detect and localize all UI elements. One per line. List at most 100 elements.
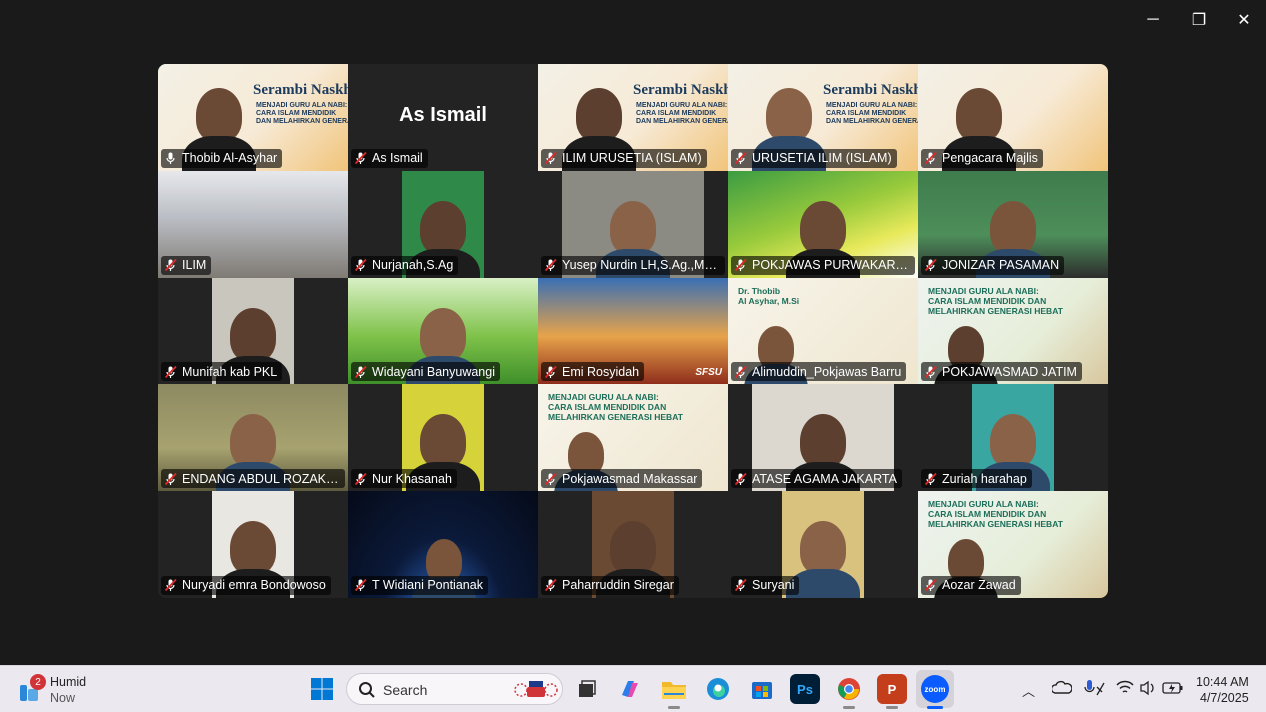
- participant-name: Pokjawasmad Makassar: [562, 471, 698, 486]
- participant-tile[interactable]: Nur Khasanah: [348, 384, 538, 492]
- participant-tile[interactable]: POKJAWAS PURWAKARTA: [728, 170, 918, 278]
- powerpoint-button[interactable]: P: [877, 674, 907, 704]
- participant-name: Nurjanah,S.Ag: [372, 258, 454, 273]
- participant-tile[interactable]: Pengacara Majlis: [918, 64, 1108, 171]
- edge-icon: [707, 678, 729, 700]
- banner-title: MENJADI GURU ALA NABI: CARA ISLAM MENDID…: [928, 285, 1063, 316]
- banner-title: Serambi Naskhah: [823, 82, 918, 98]
- mic-muted-icon: [544, 152, 557, 165]
- participant-name: As Ismail: [372, 151, 423, 166]
- start-button[interactable]: [307, 674, 337, 704]
- participant-name: Yusep Nurdin LH,S.Ag.,M.Pd....: [562, 258, 720, 273]
- weather-widget[interactable]: 2 Humid Now: [16, 674, 126, 706]
- mic-active-icon: [166, 152, 175, 165]
- participant-name: Alimuddin_Pokjawas Barru: [752, 364, 902, 379]
- participant-name-label: Thobib Al-Asyhar: [161, 148, 283, 168]
- participant-name-label: Widayani Banyuwangi: [351, 362, 500, 382]
- participant-name: Nur Khasanah: [372, 471, 452, 486]
- taskbar-search[interactable]: Search: [346, 673, 563, 705]
- participant-tile[interactable]: Widayani Banyuwangi: [348, 277, 538, 385]
- show-hidden-icons-chevron-icon[interactable]: ︿: [1022, 681, 1035, 700]
- participant-tile[interactable]: T Widiani Pontianak: [348, 491, 538, 598]
- participant-tile[interactable]: Suryani: [728, 491, 918, 598]
- close-button[interactable]: ✕: [1221, 0, 1266, 40]
- participant-name-label: URUSETIA ILIM (ISLAM): [731, 148, 897, 168]
- store-button[interactable]: [747, 674, 777, 704]
- battery-charging-icon[interactable]: [1162, 680, 1184, 696]
- volume-icon[interactable]: [1139, 680, 1157, 696]
- participant-name: POKJAWASMAD JATIM: [942, 364, 1077, 379]
- microphone-in-use-icon[interactable]: [1084, 678, 1106, 698]
- mic-muted-icon: [544, 579, 557, 592]
- participant-tile[interactable]: Dr. Thobib Al Asyhar, M.Si Alimuddin_Pokj…: [728, 277, 918, 385]
- participant-name: Munifah kab PKL: [182, 364, 278, 379]
- edge-button[interactable]: [703, 674, 733, 704]
- participant-name: JONIZAR PASAMAN: [942, 258, 1060, 273]
- participant-face: [420, 307, 466, 362]
- participant-name-label: Aozar Zawad: [921, 575, 1021, 595]
- wifi-icon[interactable]: [1116, 680, 1134, 696]
- mic-muted-icon: [924, 152, 937, 165]
- mic-muted-icon: [734, 152, 747, 165]
- participant-tile[interactable]: SFSU Emi Rosyidah: [538, 277, 728, 385]
- participant-tile[interactable]: Paharruddin Siregar: [538, 491, 728, 598]
- participant-face: [800, 200, 846, 255]
- participant-face: [766, 88, 812, 142]
- file-explorer-button[interactable]: [659, 674, 689, 704]
- participant-name-label: ENDANG ABDUL ROZAK, S.P...: [161, 469, 345, 489]
- participant-tile[interactable]: Nuryadi emra Bondowoso: [158, 491, 348, 598]
- copilot-button[interactable]: [615, 674, 645, 704]
- chrome-button[interactable]: [834, 674, 864, 704]
- banner-subtitle: MENJADI GURU ALA NABI: CARA ISLAM MENDID…: [826, 102, 918, 125]
- photoshop-button[interactable]: Ps: [790, 674, 820, 704]
- participant-tile[interactable]: MENJADI GURU ALA NABI: CARA ISLAM MENDID…: [918, 491, 1108, 598]
- participant-face: [990, 200, 1036, 255]
- task-view-button[interactable]: [572, 674, 602, 704]
- participant-tile[interactable]: MENJADI GURU ALA NABI: CARA ISLAM MENDID…: [538, 384, 728, 492]
- participant-tile[interactable]: ENDANG ABDUL ROZAK, S.P...: [158, 384, 348, 492]
- participant-name-label: Yusep Nurdin LH,S.Ag.,M.Pd....: [541, 255, 725, 275]
- participant-tile[interactable]: Nurjanah,S.Ag: [348, 170, 538, 278]
- participant-tile[interactable]: Zuriah harahap: [918, 384, 1108, 492]
- mic-muted-icon: [354, 258, 367, 272]
- participant-tile[interactable]: Serambi Naskhah MENJADI GURU ALA NABI: CA…: [158, 64, 348, 171]
- participant-name-label: POKJAWASMAD JATIM: [921, 362, 1082, 382]
- participant-face: [610, 200, 656, 255]
- participant-name-label: Alimuddin_Pokjawas Barru: [731, 362, 907, 382]
- participant-tile[interactable]: JONIZAR PASAMAN: [918, 170, 1108, 278]
- participant-name-label: Zuriah harahap: [921, 469, 1032, 489]
- participant-name-label: Emi Rosyidah: [541, 362, 645, 382]
- maximize-button[interactable]: ❐: [1176, 0, 1222, 40]
- mic-muted-icon: [734, 258, 747, 272]
- participant-tile[interactable]: Yusep Nurdin LH,S.Ag.,M.Pd....: [538, 170, 728, 278]
- windows-taskbar: 2 Humid Now Search Ps P zoom ︿ 10:44 AM …: [0, 665, 1266, 712]
- participant-tile[interactable]: MENJADI GURU ALA NABI: CARA ISLAM MENDID…: [918, 277, 1108, 385]
- mic-muted-icon: [734, 365, 747, 379]
- participant-face: [420, 414, 466, 469]
- participant-name-label: Suryani: [731, 575, 800, 595]
- participant-tile[interactable]: ATASE AGAMA JAKARTA: [728, 384, 918, 492]
- participant-name: Widayani Banyuwangi: [372, 364, 495, 379]
- mic-muted-icon: [164, 472, 177, 485]
- banner-title: Serambi Naskhah: [253, 82, 348, 98]
- participant-tile[interactable]: Serambi Naskhah MENJADI GURU ALA NABI: CA…: [538, 64, 728, 171]
- clock-date[interactable]: 4/7/2025: [1200, 691, 1249, 705]
- participant-face: [610, 521, 656, 576]
- participant-name-label: Pengacara Majlis: [921, 148, 1043, 168]
- search-label: Search: [383, 682, 428, 698]
- participant-name-label: ILIM: [161, 255, 212, 275]
- mic-muted-icon: [354, 472, 367, 485]
- banner-title: Dr. Thobib Al Asyhar, M.Si: [738, 285, 800, 306]
- participant-tile[interactable]: As Ismail As Ismail: [348, 64, 538, 171]
- zoom-icon: zoom: [921, 675, 949, 703]
- participant-name: ILIM: [182, 258, 207, 273]
- participant-face: [420, 200, 466, 255]
- clock-time[interactable]: 10:44 AM: [1196, 675, 1249, 689]
- mic-muted-icon: [924, 258, 937, 272]
- minimize-button[interactable]: ─: [1130, 0, 1176, 40]
- onedrive-icon[interactable]: [1052, 679, 1072, 697]
- participant-tile[interactable]: Serambi Naskhah MENJADI GURU ALA NABI: CA…: [728, 64, 918, 171]
- zoom-button-active[interactable]: zoom: [916, 670, 954, 708]
- participant-tile[interactable]: Munifah kab PKL: [158, 277, 348, 385]
- participant-tile[interactable]: ILIM: [158, 170, 348, 278]
